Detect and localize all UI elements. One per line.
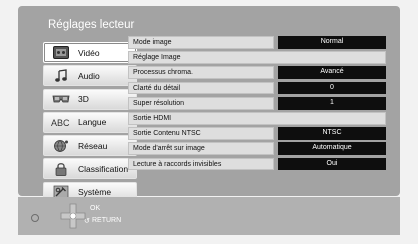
setting-label: Sortie Contenu NTSC <box>128 127 274 140</box>
nav-item-language[interactable]: ABC Langue <box>43 111 137 133</box>
category-nav: Vidéo Audio 3D ABC Langue Réseau Classif… <box>43 42 137 205</box>
setting-value[interactable]: Oui <box>278 157 386 171</box>
setting-row-lecture-raccords[interactable]: Lecture à raccords invisibles Oui <box>128 157 386 171</box>
setting-value[interactable]: 1 <box>278 96 386 110</box>
button-guide: OK ↺ RETURN <box>18 197 400 235</box>
setting-value[interactable]: 0 <box>278 81 386 95</box>
return-circle-icon <box>31 214 39 222</box>
svg-text:ABC: ABC <box>51 118 70 128</box>
abc-language-icon: ABC <box>51 115 71 129</box>
setting-row-sortie-hdmi[interactable]: Sortie HDMI <box>128 111 386 125</box>
setting-value[interactable]: NTSC <box>278 127 386 140</box>
nav-item-3d[interactable]: 3D <box>43 88 137 110</box>
nav-item-audio[interactable]: Audio <box>43 65 137 87</box>
panel-title: Réglages lecteur <box>48 19 135 31</box>
nav-label: Vidéo <box>78 47 100 58</box>
setting-label: Processus chroma. <box>128 66 274 80</box>
music-note-icon <box>51 69 71 83</box>
setting-row-sortie-ntsc[interactable]: Sortie Contenu NTSC NTSC <box>128 127 386 140</box>
nav-label: Langue <box>78 117 107 128</box>
setting-label: Mode image <box>128 36 274 49</box>
nav-label: 3D <box>78 94 89 105</box>
network-globe-icon <box>51 139 71 153</box>
setting-row-processus-chroma[interactable]: Processus chroma. Avancé <box>128 66 386 80</box>
setting-row-mode-image[interactable]: Mode image Normal <box>128 36 386 49</box>
settings-list: Mode image Normal Réglage Image Processu… <box>128 36 386 173</box>
setting-row-mode-arret-image[interactable]: Mode d'arrêt sur image Automatique <box>128 142 386 156</box>
setting-label: Lecture à raccords invisibles <box>128 157 274 171</box>
dpad-icon <box>60 203 86 229</box>
setting-row-reglage-image[interactable]: Réglage Image <box>128 51 386 64</box>
return-hint-icon: ↺ <box>84 218 90 225</box>
nav-item-video[interactable]: Vidéo <box>43 42 137 63</box>
setting-value[interactable]: Avancé <box>278 66 386 80</box>
setting-row-clarte-detail[interactable]: Clarté du détail 0 <box>128 81 386 95</box>
video-tape-icon <box>51 46 71 60</box>
setting-value[interactable]: Normal <box>278 36 386 49</box>
3d-glasses-icon <box>51 92 71 106</box>
setting-label: Réglage Image <box>128 51 386 64</box>
setting-label: Mode d'arrêt sur image <box>128 142 274 156</box>
return-hint: RETURN <box>92 217 122 224</box>
nav-label: Système <box>78 187 112 198</box>
padlock-icon <box>51 162 71 176</box>
nav-label: Réseau <box>78 140 108 151</box>
nav-item-classification[interactable]: Classification <box>43 158 137 180</box>
nav-item-network[interactable]: Réseau <box>43 135 137 157</box>
setting-label: Clarté du détail <box>128 81 274 95</box>
ok-hint: OK <box>90 205 101 212</box>
setting-value[interactable]: Automatique <box>278 142 386 156</box>
nav-label: Classification <box>78 163 129 174</box>
setting-label: Super résolution <box>128 96 274 110</box>
setting-row-super-resolution[interactable]: Super résolution 1 <box>128 96 386 110</box>
nav-label: Audio <box>78 70 100 81</box>
setting-label: Sortie HDMI <box>128 111 386 125</box>
